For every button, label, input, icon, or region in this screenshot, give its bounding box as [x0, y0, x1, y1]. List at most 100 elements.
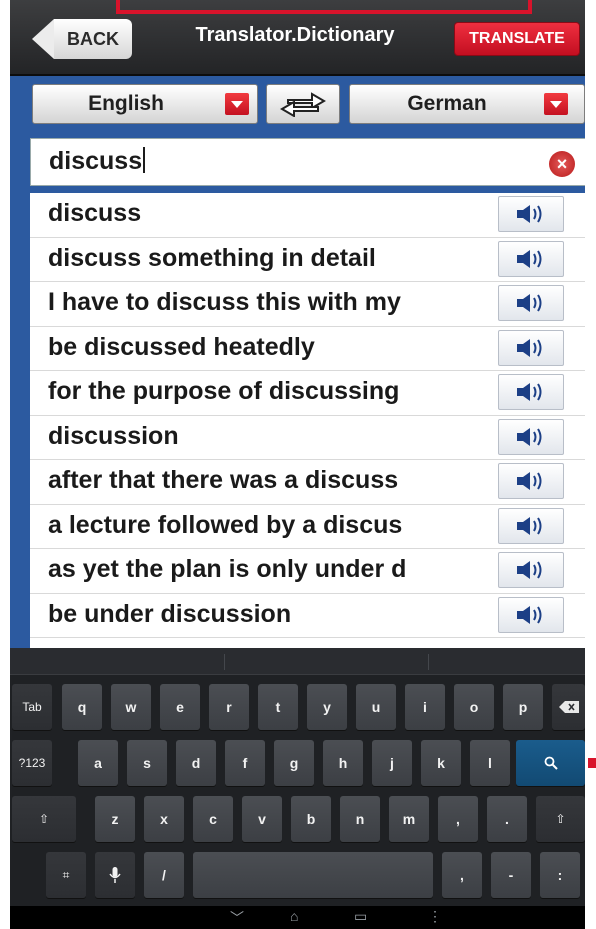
key-c[interactable]: c: [193, 796, 233, 842]
key-f[interactable]: f: [225, 740, 265, 786]
list-item[interactable]: as yet the plan is only under d: [30, 549, 585, 594]
back-nav-icon[interactable]: ﹀: [230, 908, 244, 928]
dropdown-icon: [225, 93, 249, 115]
key-x[interactable]: x: [144, 796, 184, 842]
search-input[interactable]: discuss ×: [30, 138, 585, 186]
key-dash[interactable]: -: [491, 852, 531, 898]
main-panel: English German discuss × discuss discuss…: [10, 76, 585, 648]
speaker-icon[interactable]: [498, 196, 564, 232]
soft-keyboard: Tab q w e r t y u i o p ?123 a s d f g h…: [10, 648, 585, 929]
divider: [428, 654, 429, 670]
key-slash[interactable]: /: [144, 852, 184, 898]
source-language-label: English: [88, 92, 164, 115]
space-key[interactable]: [193, 852, 433, 898]
home-icon[interactable]: ⌂: [290, 908, 298, 924]
phone-screen: BACK Translator.Dictionary TRANSLATE Eng…: [10, 0, 585, 929]
backspace-key[interactable]: [552, 684, 585, 730]
suggestion-strip: [10, 648, 585, 675]
search-value: discuss: [49, 147, 143, 175]
result-text: be under discussion: [48, 599, 292, 628]
shift-key-right[interactable]: ⇧: [536, 796, 585, 842]
shift-key-left[interactable]: ⇧: [12, 796, 76, 842]
key-i[interactable]: i: [405, 684, 445, 730]
menu-dots-icon[interactable]: ⋮: [428, 908, 442, 925]
back-button[interactable]: BACK: [32, 19, 132, 59]
key-emoji[interactable]: ⌗: [46, 852, 86, 898]
list-item[interactable]: I have to discuss this with my: [30, 282, 585, 327]
key-a[interactable]: a: [78, 740, 118, 786]
key-p[interactable]: p: [503, 684, 543, 730]
speaker-icon[interactable]: [498, 329, 564, 366]
result-text: for the purpose of discussing: [48, 377, 400, 405]
list-item[interactable]: a lecture followed by a discus: [30, 505, 585, 549]
mic-key[interactable]: [95, 852, 135, 898]
backspace-icon: [558, 701, 579, 713]
back-arrow-icon: [32, 19, 54, 59]
list-item[interactable]: discuss something in detail: [30, 238, 585, 282]
list-item[interactable]: be under discussion: [30, 594, 585, 638]
result-text: I have to discuss this with my: [48, 288, 401, 316]
speaker-icon[interactable]: [498, 507, 564, 544]
key-r[interactable]: r: [209, 684, 249, 730]
speaker-icon[interactable]: [498, 374, 564, 410]
speaker-icon[interactable]: [498, 418, 564, 455]
key-h[interactable]: h: [323, 740, 363, 786]
highlight-frame: [116, 0, 532, 14]
list-item[interactable]: discuss: [30, 193, 585, 238]
key-l[interactable]: l: [470, 740, 510, 786]
shift-icon: ⇧: [38, 812, 50, 826]
key-period-label: .: [505, 811, 509, 827]
key-symbols[interactable]: ?123: [12, 740, 52, 786]
speaker-icon[interactable]: [498, 240, 564, 277]
key-j[interactable]: j: [372, 740, 412, 786]
key-comma[interactable]: ,: [438, 796, 478, 842]
shift-icon: ⇧: [555, 812, 566, 826]
list-item[interactable]: discussion: [30, 416, 585, 460]
key-u[interactable]: u: [356, 684, 396, 730]
dropdown-icon: [544, 93, 568, 115]
list-item[interactable]: after that there was a discuss: [30, 460, 585, 505]
key-k[interactable]: k: [421, 740, 461, 786]
key-o[interactable]: o: [454, 684, 494, 730]
list-item[interactable]: for the purpose of discussing: [30, 371, 585, 416]
speaker-icon[interactable]: [498, 463, 564, 499]
target-language-select[interactable]: German: [349, 84, 585, 124]
speaker-icon[interactable]: [498, 285, 564, 321]
key-v[interactable]: v: [242, 796, 282, 842]
key-t[interactable]: t: [258, 684, 298, 730]
key-m[interactable]: m: [389, 796, 429, 842]
speaker-icon[interactable]: [498, 552, 564, 588]
result-text: after that there was a discuss: [48, 466, 399, 494]
clear-icon[interactable]: ×: [549, 151, 575, 177]
recents-icon[interactable]: ▭: [354, 908, 367, 925]
key-apostrophe[interactable]: ,: [442, 852, 482, 898]
key-z[interactable]: z: [95, 796, 135, 842]
key-g[interactable]: g: [274, 740, 314, 786]
key-q[interactable]: q: [62, 684, 102, 730]
key-period[interactable]: .: [487, 796, 527, 842]
speaker-icon[interactable]: [498, 596, 564, 633]
result-text: be discussed heatedly: [48, 332, 315, 361]
list-item[interactable]: be discussed heatedly: [30, 327, 585, 371]
result-text: as yet the plan is only under d: [48, 555, 407, 583]
key-y[interactable]: y: [307, 684, 347, 730]
key-n[interactable]: n: [340, 796, 380, 842]
key-tab[interactable]: Tab: [12, 684, 52, 730]
source-language-select[interactable]: English: [32, 84, 258, 124]
mic-icon: [109, 867, 121, 883]
key-colon[interactable]: :: [540, 852, 580, 898]
key-d[interactable]: d: [176, 740, 216, 786]
result-text: discussion: [48, 421, 179, 450]
divider: [224, 654, 225, 670]
result-text: discuss: [48, 199, 142, 227]
app-title: Translator.Dictionary: [195, 24, 395, 46]
swap-languages-button[interactable]: [266, 84, 340, 124]
translate-button[interactable]: TRANSLATE: [454, 22, 580, 56]
result-text: discuss something in detail: [48, 243, 376, 272]
key-s[interactable]: s: [127, 740, 167, 786]
key-b[interactable]: b: [291, 796, 331, 842]
search-key[interactable]: [516, 740, 585, 786]
key-comma-label: ,: [456, 811, 460, 827]
key-e[interactable]: e: [160, 684, 200, 730]
key-w[interactable]: w: [111, 684, 151, 730]
